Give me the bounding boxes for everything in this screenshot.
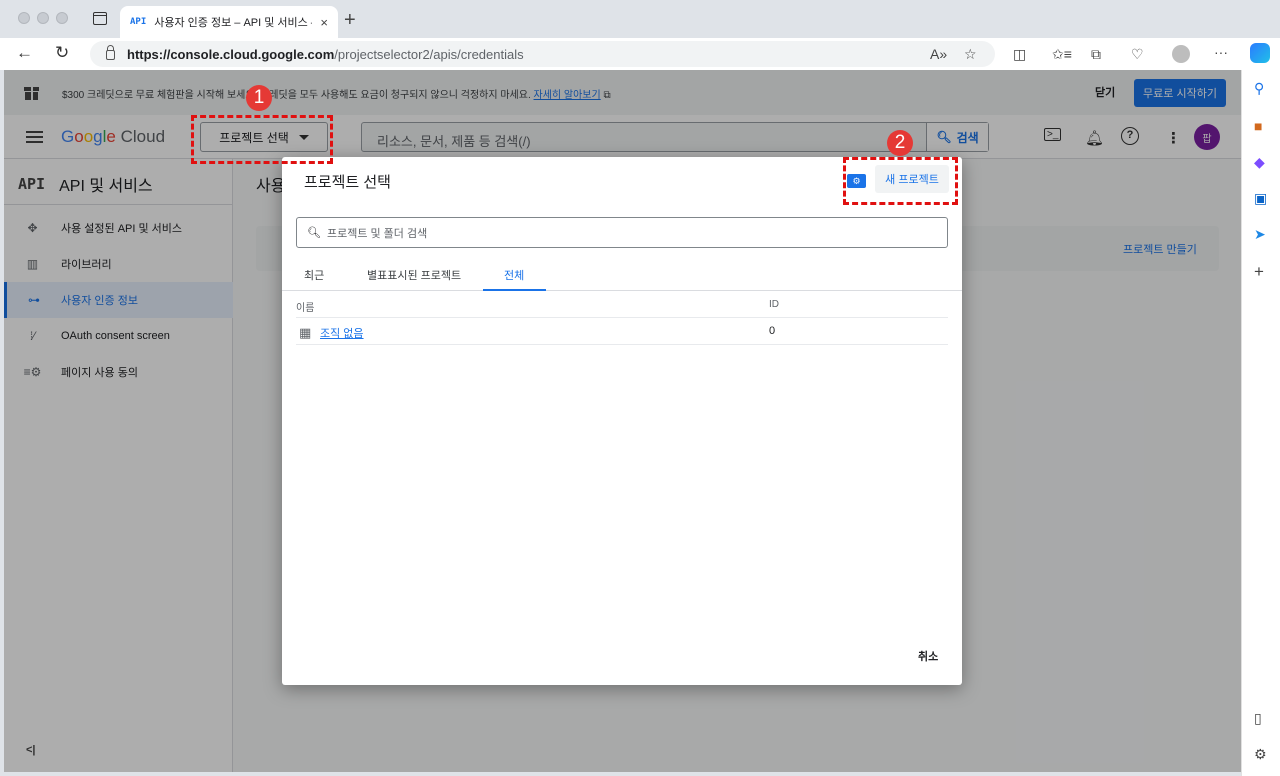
new-tab-button[interactable]: + <box>344 9 356 32</box>
active-tab-indicator <box>483 289 546 291</box>
dialog-tabs: 최근 별표표시된 프로젝트 전체 <box>282 257 962 291</box>
url-text: https://console.cloud.google.com/project… <box>127 46 524 62</box>
profile-icon[interactable] <box>1172 45 1190 63</box>
favorites-icon[interactable]: ✩≡ <box>1052 46 1072 63</box>
tools-icon[interactable]: ■ <box>1254 118 1262 134</box>
annotation-box-1 <box>191 115 333 164</box>
minimize-window-button[interactable] <box>37 12 49 24</box>
tab-title: 사용자 인증 정보 – API 및 서비스 – <box>154 17 313 29</box>
outlook-icon[interactable]: ▣ <box>1254 190 1267 207</box>
dialog-title: 프로젝트 선택 <box>304 174 391 191</box>
api-favicon-icon: API <box>130 17 147 27</box>
browser-tab-bar: API 사용자 인증 정보 – API 및 서비스 – × + <box>0 0 1280 38</box>
reload-icon[interactable]: ↻ <box>55 43 69 63</box>
search-icon[interactable]: ⚲ <box>1254 80 1264 97</box>
building-icon: ▦ <box>299 325 312 340</box>
no-organization-link[interactable]: 조직 없음 <box>320 325 364 341</box>
address-toolbar: ← ↻ https://console.cloud.google.com/pro… <box>0 38 1280 70</box>
column-header-name: 이름 <box>296 303 315 314</box>
edge-sidebar: ⚲ ■ ◆ ▣ ➤ + ▯ ⚙ <box>1241 70 1280 776</box>
url-bar[interactable]: https://console.cloud.google.com/project… <box>90 41 995 67</box>
favorite-icon[interactable]: ☆ <box>964 46 977 63</box>
tab-starred[interactable]: 별표표시된 프로젝트 <box>367 267 461 283</box>
add-icon[interactable]: + <box>1254 262 1264 282</box>
tab-actions-icon[interactable] <box>93 12 107 25</box>
collections-icon[interactable]: ⧉ <box>1091 46 1101 63</box>
settings-icon[interactable]: ⚙ <box>1254 746 1267 763</box>
organization-id: 0 <box>769 325 776 337</box>
copilot-icon[interactable] <box>1250 43 1270 63</box>
back-icon[interactable]: ← <box>16 43 33 63</box>
search-icon: 🔍︎ <box>307 227 321 239</box>
annotation-box-2 <box>843 157 958 205</box>
performance-icon[interactable]: ♡ <box>1131 46 1144 63</box>
office-icon[interactable]: ◆ <box>1254 154 1265 171</box>
annotation-badge-2: 2 <box>887 130 913 156</box>
split-screen-icon[interactable]: ◫ <box>1013 46 1026 63</box>
more-icon[interactable]: ··· <box>1214 44 1228 60</box>
lock-icon <box>106 45 115 60</box>
project-select-dialog: 프로젝트 선택 ⚙ 새 프로젝트 🔍︎ 프로젝트 및 폴더 검색 최근 별표표시… <box>282 157 962 685</box>
console-page: $300 크레딧으로 무료 체험판을 시작해 보세요. 크레딧을 모두 사용해도… <box>4 70 1241 772</box>
annotation-badge-1: 1 <box>246 85 272 111</box>
close-tab-icon[interactable]: × <box>320 15 328 30</box>
cancel-button[interactable]: 취소 <box>918 648 938 664</box>
tab-recent[interactable]: 최근 <box>304 267 324 283</box>
sidebar-toggle-icon[interactable]: ▯ <box>1254 710 1262 727</box>
maximize-window-button[interactable] <box>56 12 68 24</box>
column-header-id: ID <box>769 299 779 310</box>
telegram-icon[interactable]: ➤ <box>1254 226 1266 243</box>
close-window-button[interactable] <box>18 12 30 24</box>
read-aloud-icon[interactable]: A» <box>930 46 947 62</box>
tab-all[interactable]: 전체 <box>504 267 524 283</box>
browser-tab[interactable]: API 사용자 인증 정보 – API 및 서비스 – × <box>120 6 338 38</box>
project-search-input[interactable]: 🔍︎ 프로젝트 및 폴더 검색 <box>296 217 948 248</box>
